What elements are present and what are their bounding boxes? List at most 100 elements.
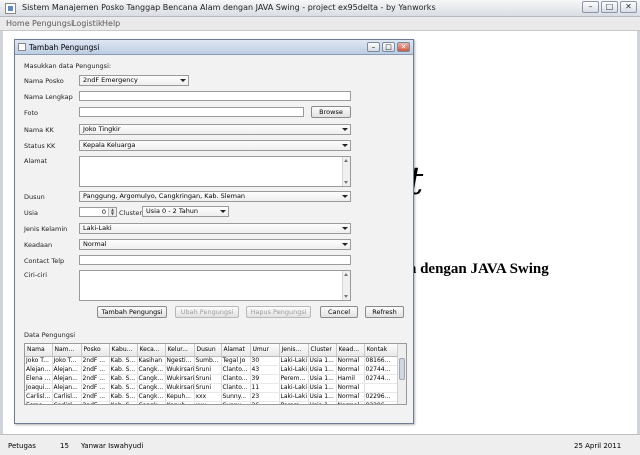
petugas-name: Yanwar Iswahyudi [81,442,144,450]
table-cell: Normal [336,401,365,404]
nama-posko-combo[interactable]: 2ndF Emergency [79,75,189,86]
table-cell: 43 [250,365,280,375]
dusun-combo[interactable]: Panggung, Argomulyo, Cangkringan, Kab. S… [79,191,351,202]
status-kk-combo[interactable]: Kepala Keluarga [79,140,351,151]
petugas-label: Petugas [8,442,36,450]
alamat-scrollbar[interactable] [342,157,350,186]
alamat-textarea[interactable] [79,156,351,187]
window-controls: – □ ✕ [582,1,637,13]
table-cell: Kepuh... [165,401,195,404]
table-cell: 2ndF ... [81,383,110,393]
table-cell: Usia 1... [308,401,337,404]
contact-telp-field[interactable] [79,255,351,265]
data-pengungsi-title: Data Pengungsi [24,331,76,339]
tambah-pengungsi-button[interactable]: Tambah Pengungsi [97,306,167,318]
scrollbar-thumb[interactable] [399,358,405,380]
ciri-ciri-scrollbar[interactable] [342,271,350,300]
column-header[interactable]: Posko [81,344,110,357]
column-header[interactable]: Dusun [194,344,222,357]
scroll-up-icon [344,159,348,162]
table-cell: Clanto... [221,383,251,393]
table-cell: Joaqui... [25,383,53,393]
ubah-pengungsi-button[interactable]: Ubah Pengungsi [175,306,239,318]
menu-home[interactable]: Home [6,19,30,28]
column-header[interactable]: Kabu... [109,344,138,357]
refresh-button[interactable]: Refresh [365,306,404,318]
table-cell: Kab. S... [109,356,138,366]
table-scrollbar[interactable] [397,344,406,404]
menu-logistik[interactable]: Logistik [72,19,103,28]
column-header[interactable]: Nam... [52,344,82,357]
ciri-ciri-textarea[interactable] [79,270,351,301]
table-cell: 2ndF ... [81,374,110,384]
hapus-pengungsi-button[interactable]: Hapus Pengungsi [246,306,311,318]
frame-maximize-button[interactable]: □ [382,42,395,52]
maximize-button[interactable]: □ [601,1,618,13]
table-cell: Sruni [194,374,222,384]
table-cell: Usia 1... [308,374,337,384]
table-cell: Carlisl... [52,392,82,402]
table-row[interactable]: Joko T... Joko T... 2ndF ... Kab. S... Kasih… [25,356,400,366]
minimize-button[interactable]: – [582,1,599,13]
browse-button[interactable]: Browse [311,106,351,118]
table-cell: Carlisl... [25,392,53,402]
close-button[interactable]: ✕ [620,1,637,13]
table-cell: Cangk... [137,383,166,393]
table-cell: Usia 1... [308,356,337,366]
table-row[interactable]: Alejan... Alejan... 2ndF ... Kab. S... Cangk… [25,365,400,375]
column-header[interactable]: Alamat [221,344,251,357]
menu-help[interactable]: Help [102,19,120,28]
main-titlebar: Sistem Manajemen Posko Tanggap Bencana A… [0,0,640,17]
frame-close-button[interactable]: ✕ [397,42,410,52]
nama-lengkap-field[interactable] [79,91,351,101]
table-cell: Joko T... [52,356,82,366]
menu-pengungsi[interactable]: Pengungsi [32,19,73,28]
column-header[interactable]: Jenis... [279,344,309,357]
column-header[interactable]: Nama [25,344,53,357]
column-header[interactable]: Keca... [137,344,166,357]
table-row[interactable]: Joaqui... Alejan... 2ndF ... Kab. S... Cangk… [25,383,400,393]
table-cell: Perem... [279,374,309,384]
column-header[interactable]: Kelur... [165,344,195,357]
tambah-pengungsi-frame: Tambah Pengungsi – □ ✕ Masukkan data Pen… [14,39,414,424]
table-cell: Normal [336,383,365,393]
table-row[interactable]: Carlisl... Carlisl... 2ndF ... Kab. S... Can… [25,392,400,402]
table-cell: Clanto... [221,374,251,384]
label-dusun: Dusun [24,193,45,201]
chevron-down-icon [342,128,348,131]
chevron-down-icon [342,144,348,147]
spinner-arrows-icon[interactable]: ▲ ▼ [108,208,116,216]
table-cell: Cangk... [137,374,166,384]
foto-field[interactable] [79,107,304,117]
label-usia: Usia [24,209,38,217]
table-row[interactable]: Elena ... Alejan... 2ndF ... Kab. S... Cangk… [25,374,400,384]
column-header[interactable]: Umur [250,344,280,357]
frame-body: Masukkan data Pengungsi: Nama Posko 2ndF… [15,55,413,423]
column-header[interactable]: Kontak [364,344,400,357]
frame-titlebar[interactable]: Tambah Pengungsi – □ ✕ [15,40,413,55]
column-header[interactable]: Kead... [336,344,365,357]
keadaan-value: Normal [83,240,107,248]
cancel-button[interactable]: Cancel [320,306,358,318]
table-cell [364,383,400,393]
table-cell: Kab. S... [109,365,138,375]
column-header[interactable]: Cluster [308,344,337,357]
table-row[interactable]: Esme ...Carlisl...2ndF ...Kab. S...Cangk… [25,401,400,404]
window-title: Sistem Manajemen Posko Tanggap Bencana A… [22,3,436,12]
table-cell: Sunny... [221,392,251,402]
cluster-combo[interactable]: Usia 0 - 2 Tahun [142,206,229,217]
frame-minimize-button[interactable]: – [367,42,380,52]
keadaan-combo[interactable]: Normal [79,239,351,250]
table-cell: Laki-Laki [279,365,309,375]
statusbar: Petugas 15 Yanwar Iswahyudi 25 April 201… [0,434,640,455]
table-cell: Kab. S... [109,401,138,404]
table-body: Joko T... Joko T... 2ndF ... Kab. S... Kasih… [25,356,400,404]
table-cell: Kepuh... [165,392,195,402]
table-cell: Elena ... [25,374,53,384]
jenis-kelamin-value: Laki-Laki [83,224,112,232]
table-cell: Kab. S... [109,383,138,393]
jenis-kelamin-combo[interactable]: Laki-Laki [79,223,351,234]
app-icon [5,3,16,14]
usia-spinner[interactable]: 0 ▲ ▼ [79,207,117,217]
nama-kk-combo[interactable]: Joko Tingkir [79,124,351,135]
